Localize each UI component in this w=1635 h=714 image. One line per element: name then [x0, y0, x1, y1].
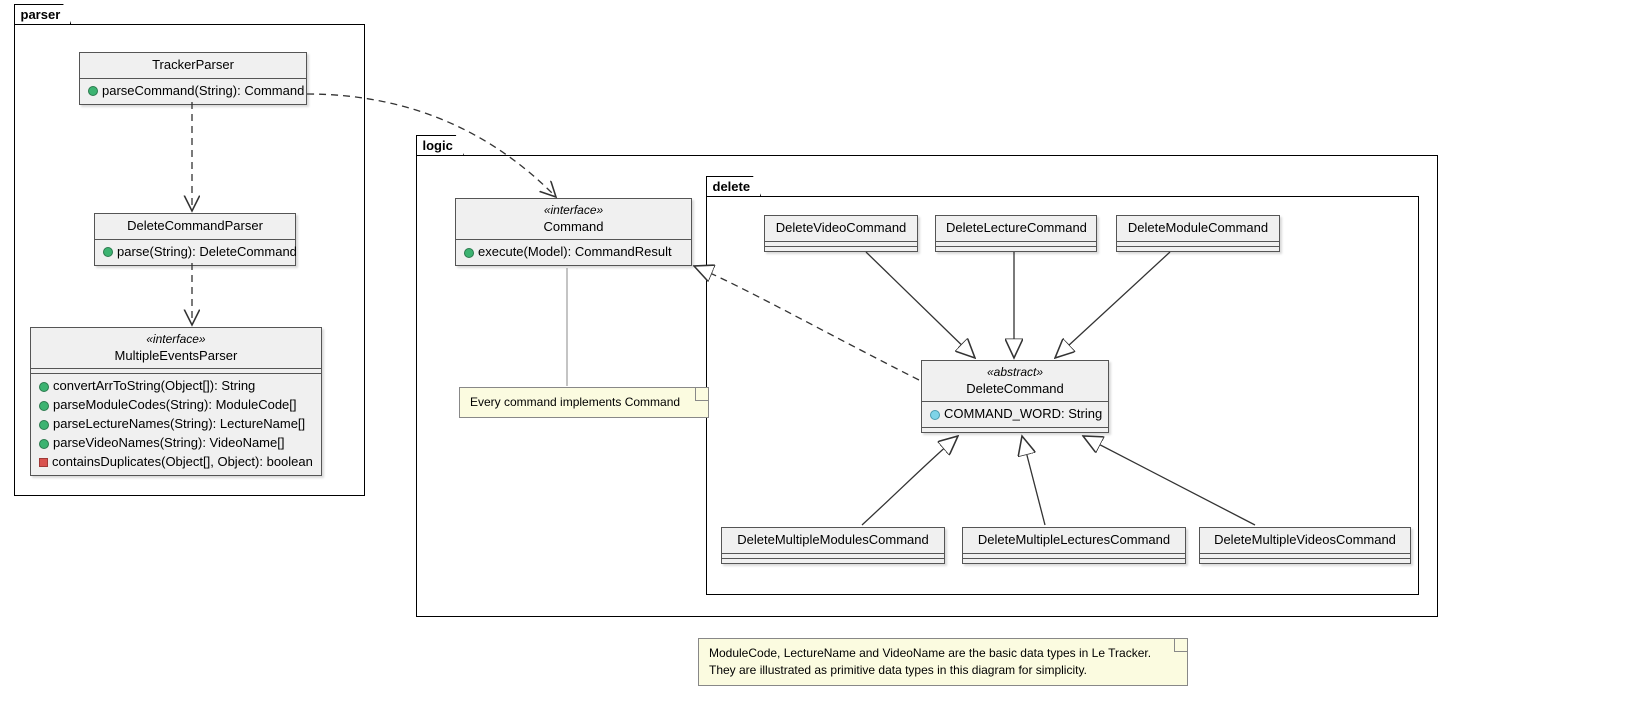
class-title: TrackerParser — [80, 53, 306, 79]
method: parseCommand(String): Command — [88, 82, 298, 101]
visibility-private-icon — [39, 458, 48, 467]
class-delete-command: «abstract» DeleteCommand COMMAND_WORD: S… — [921, 360, 1109, 433]
package-delete-tab: delete — [706, 176, 762, 196]
visibility-icon — [930, 410, 940, 420]
note-data-types: ModuleCode, LectureName and VideoName ar… — [698, 638, 1188, 686]
class-title: DeleteCommandParser — [95, 214, 295, 240]
class-delete-command-parser: DeleteCommandParser parse(String): Delet… — [94, 213, 296, 266]
method: convertArrToString(Object[]): String — [39, 377, 313, 396]
visibility-public-icon — [39, 401, 49, 411]
class-delete-video-command: DeleteVideoCommand — [764, 215, 918, 252]
visibility-public-icon — [39, 420, 49, 430]
class-title: DeleteLectureCommand — [936, 216, 1096, 242]
visibility-public-icon — [39, 439, 49, 449]
attribute: COMMAND_WORD: String — [930, 405, 1100, 424]
class-title: Command — [466, 219, 681, 236]
class-delete-module-command: DeleteModuleCommand — [1116, 215, 1280, 252]
class-delete-lecture-command: DeleteLectureCommand — [935, 215, 1097, 252]
class-title: DeleteModuleCommand — [1117, 216, 1279, 242]
class-delete-multiple-modules-command: DeleteMultipleModulesCommand — [721, 527, 945, 564]
class-tracker-parser: TrackerParser parseCommand(String): Comm… — [79, 52, 307, 105]
note-corner-icon — [695, 388, 708, 401]
class-title: DeleteVideoCommand — [765, 216, 917, 242]
class-title: DeleteMultipleVideosCommand — [1200, 528, 1410, 554]
method: parseModuleCodes(String): ModuleCode[] — [39, 396, 313, 415]
method: parseVideoNames(String): VideoName[] — [39, 434, 313, 453]
package-logic-tab: logic — [416, 135, 464, 155]
class-title: MultipleEventsParser — [41, 348, 311, 365]
package-parser-tab: parser — [14, 4, 72, 24]
note-corner-icon — [1174, 639, 1187, 652]
class-title: DeleteMultipleLecturesCommand — [963, 528, 1185, 554]
class-title: DeleteCommand — [932, 381, 1098, 398]
stereotype: «interface» — [466, 203, 681, 219]
stereotype: «abstract» — [932, 365, 1098, 381]
visibility-public-icon — [88, 86, 98, 96]
stereotype: «interface» — [41, 332, 311, 348]
method: containsDuplicates(Object[], Object): bo… — [39, 453, 313, 472]
class-delete-multiple-lectures-command: DeleteMultipleLecturesCommand — [962, 527, 1186, 564]
visibility-public-icon — [464, 248, 474, 258]
note-command-implements: Every command implements Command — [459, 387, 709, 418]
method: parse(String): DeleteCommand — [103, 243, 287, 262]
class-delete-multiple-videos-command: DeleteMultipleVideosCommand — [1199, 527, 1411, 564]
visibility-public-icon — [39, 382, 49, 392]
class-multiple-events-parser: «interface» MultipleEventsParser convert… — [30, 327, 322, 476]
method: execute(Model): CommandResult — [464, 243, 683, 262]
class-title: DeleteMultipleModulesCommand — [722, 528, 944, 554]
visibility-public-icon — [103, 247, 113, 257]
method: parseLectureNames(String): LectureName[] — [39, 415, 313, 434]
class-command: «interface» Command execute(Model): Comm… — [455, 198, 692, 266]
